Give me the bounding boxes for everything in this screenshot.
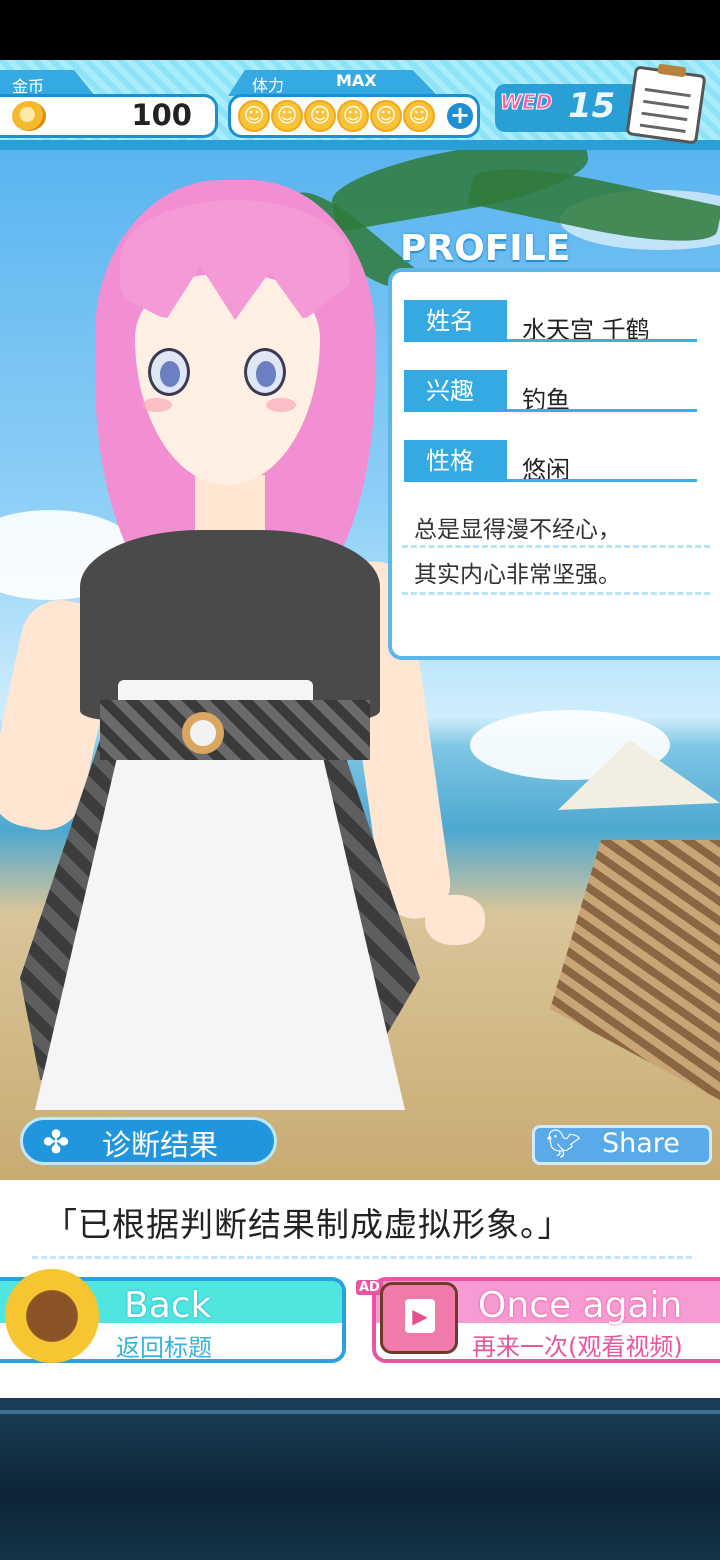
once-again-label: Once again <box>478 1285 683 1326</box>
twitter-bird-icon: 🐦︎ <box>546 1127 582 1160</box>
stamina-max: MAX <box>336 71 377 90</box>
clover-icon: ✤ <box>42 1123 70 1161</box>
stamina-icons: ☺ ☺ ☺ ☺ ☺ ☺ <box>238 100 435 132</box>
bottom-bar <box>0 1398 720 1560</box>
weekday: WED <box>499 90 553 115</box>
add-stamina-button[interactable]: + <box>444 100 476 132</box>
result-message: 「已根据判断结果制成虚拟形象。」 <box>44 1205 572 1244</box>
ad-badge: AD <box>356 1280 383 1295</box>
smile-icon: ☺ <box>370 100 402 132</box>
profile-label-personality: 性格 <box>404 440 507 482</box>
back-label: Back <box>124 1285 212 1326</box>
profile-label-hobby: 兴趣 <box>404 370 507 412</box>
plus-icon: + <box>449 101 471 129</box>
character-sash <box>100 700 370 760</box>
profile-underline <box>507 339 697 342</box>
bottom-divider <box>0 1410 720 1414</box>
profile-title: PROFILE <box>400 228 571 269</box>
character-hand <box>425 895 485 945</box>
coin-icon <box>12 101 46 131</box>
character-blush <box>142 398 172 412</box>
memo-icon[interactable] <box>625 65 707 145</box>
profile-label-name: 姓名 <box>404 300 507 342</box>
smile-icon: ☺ <box>304 100 336 132</box>
once-again-sublabel: 再来一次(观看视频) <box>472 1333 683 1361</box>
profile-description-line: 总是显得漫不经心， <box>414 517 621 543</box>
diagnosis-label: 诊断结果 <box>102 1128 219 1162</box>
character-ring <box>182 712 224 754</box>
character-bangs <box>120 200 350 320</box>
character-blush <box>266 398 296 412</box>
profile-description-line: 其实内心非常坚强。 <box>414 562 621 588</box>
sunflower-icon <box>2 1266 102 1366</box>
day-number: 15 <box>568 86 616 126</box>
description-divider <box>402 545 710 548</box>
profile-underline <box>507 409 697 412</box>
status-bar-area <box>0 0 720 60</box>
smile-icon: ☺ <box>238 100 270 132</box>
message-divider <box>32 1256 692 1259</box>
beach-chairs <box>550 840 720 1100</box>
smile-icon: ☺ <box>337 100 369 132</box>
tv-icon <box>380 1282 458 1354</box>
character-eye-left <box>148 348 190 396</box>
description-divider <box>402 592 710 595</box>
character-eye-right <box>244 348 286 396</box>
back-sublabel: 返回标题 <box>116 1334 212 1362</box>
share-label: Share <box>602 1128 680 1159</box>
profile-underline <box>507 479 697 482</box>
stamina-label: 体力 <box>252 76 285 95</box>
smile-icon: ☺ <box>403 100 435 132</box>
smile-icon: ☺ <box>271 100 303 132</box>
hud-strip <box>0 140 720 150</box>
gold-value: 100 <box>131 98 192 132</box>
